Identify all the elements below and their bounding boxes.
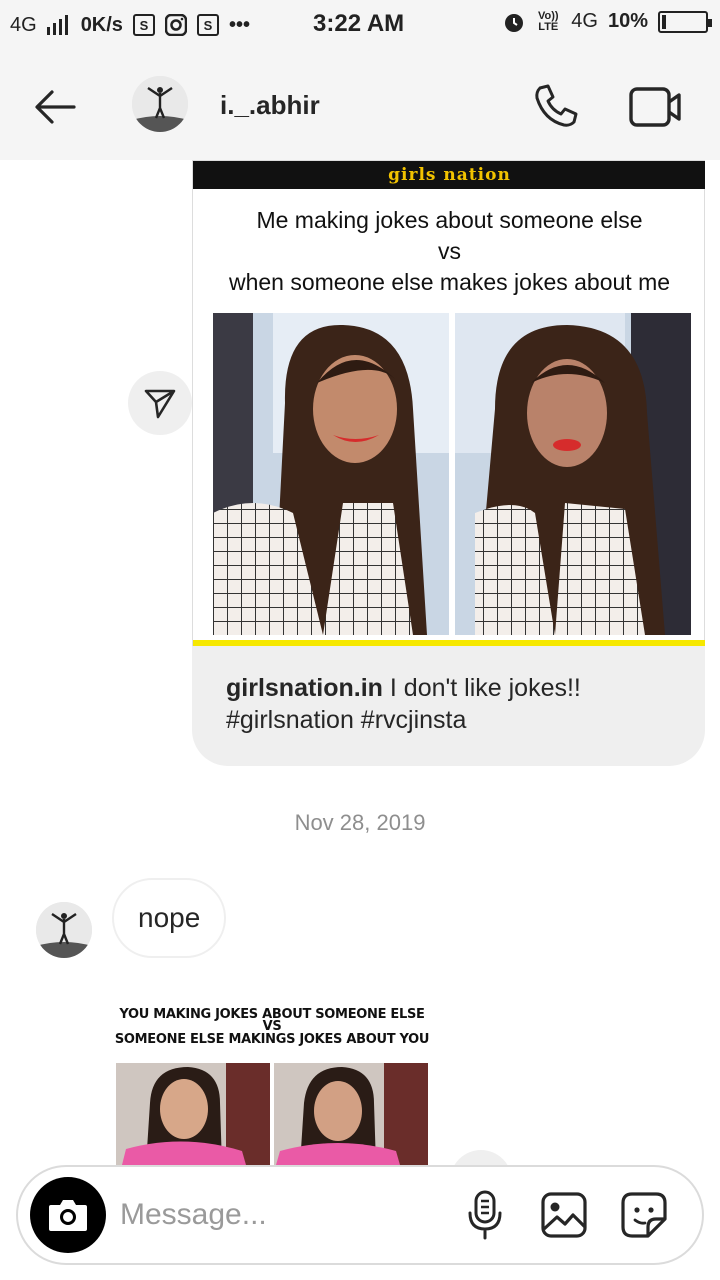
message-bubble[interactable]: nope: [112, 878, 227, 958]
camera-icon: [49, 1200, 87, 1231]
network-label-2: 4G: [571, 10, 598, 32]
meme-line-3: when someone else makes jokes about me: [228, 269, 671, 295]
message-avatar[interactable]: [36, 902, 92, 958]
chat-username[interactable]: i._.abhir: [220, 90, 320, 121]
shared-post-image[interactable]: girls nation Me making jokes about someo…: [192, 160, 705, 646]
gallery-button[interactable]: [540, 1191, 588, 1239]
forward-button[interactable]: [128, 371, 192, 435]
date-separator: Nov 28, 2019: [294, 810, 426, 835]
incoming-image-message[interactable]: YOU MAKING JOKES ABOUT SOMEONE ELSE VS S…: [112, 985, 432, 1165]
message-input[interactable]: [120, 1191, 450, 1239]
data-speed: 0K/s: [80, 13, 123, 36]
image-icon: [541, 1192, 587, 1238]
avatar[interactable]: [132, 76, 188, 132]
battery-icon: [658, 10, 712, 33]
screenshot-icon: S: [132, 14, 155, 36]
microphone-icon: [468, 1190, 502, 1240]
clock: 3:22 AM: [313, 10, 405, 37]
back-button[interactable]: [30, 82, 80, 132]
battery-percent: 10%: [607, 10, 648, 32]
meme2-line-3: SOMEONE ELSE MAKINGS JOKES ABOUT YOU: [114, 1032, 430, 1047]
profile-photo: [36, 902, 92, 958]
voice-message-button[interactable]: [462, 1189, 508, 1241]
screenshot-icon-2: S: [196, 14, 219, 36]
meme-line-1: Me making jokes about someone else: [256, 207, 643, 233]
post-caption: girlsnation.in I don't like jokes!! #gir…: [226, 672, 686, 736]
signal-icon: [46, 15, 68, 35]
camera-button[interactable]: [30, 1177, 106, 1253]
alarm-icon: [505, 13, 524, 32]
arrow-left-icon: [35, 90, 76, 124]
meme2-photo-left: [116, 1063, 270, 1165]
meme-line-2: vs: [438, 238, 461, 264]
meme-photo-frowning: [455, 313, 691, 635]
profile-photo: [132, 76, 188, 132]
girlsnation-logo: girls nation: [388, 165, 511, 185]
instagram-icon: [164, 14, 187, 36]
network-label: 4G: [10, 13, 37, 36]
more-notifications-icon: •••: [228, 13, 250, 36]
volte-label: Vo)) LTE: [537, 9, 559, 33]
video-call-button[interactable]: [628, 84, 684, 130]
message-composer: [16, 1165, 704, 1265]
chat-header: i._.abhir: [0, 50, 720, 160]
video-camera-icon: [629, 87, 681, 127]
send-icon: [144, 389, 176, 419]
phone-icon: [535, 84, 578, 127]
accent-line: [193, 640, 705, 646]
sticker-icon: [621, 1192, 667, 1238]
sticker-button[interactable]: [620, 1191, 668, 1239]
caption-username[interactable]: girlsnation.in: [226, 674, 383, 702]
post-banner: girls nation: [193, 161, 705, 189]
meme-photo-smiling: [213, 313, 449, 635]
shared-post-message[interactable]: girls nation Me making jokes about someo…: [192, 160, 705, 766]
voice-call-button[interactable]: [530, 80, 582, 132]
status-bar: 4G 0K/s S S ••• 3:22 AM Vo)) LTE 4G 10%: [0, 0, 720, 50]
meme2-photo-right: [274, 1063, 428, 1165]
meme-text: Me making jokes about someone else vs wh…: [193, 205, 705, 298]
message-text: nope: [138, 902, 201, 933]
